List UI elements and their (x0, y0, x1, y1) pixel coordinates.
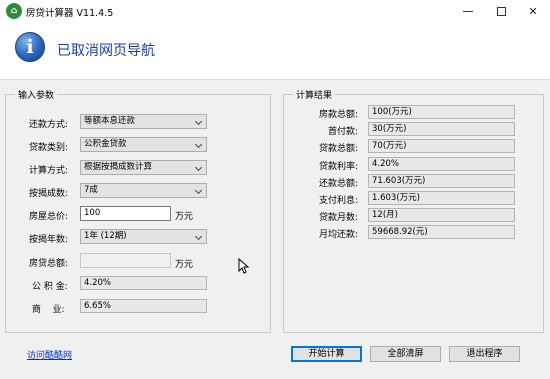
result-group-title: 计算结果 (293, 88, 336, 101)
close-icon: ✕ (528, 4, 538, 18)
result-row-value[interactable]: 12(月) (368, 208, 515, 222)
mortgage-ratio-value: 7成 (84, 185, 98, 195)
house-price-label: 房屋总价: (29, 212, 69, 222)
chevron-down-icon (194, 163, 203, 172)
result-row-label: 还款总额: (318, 179, 358, 189)
info-icon: i (15, 32, 45, 62)
calc-method-select[interactable]: 根据按揭成数计算 (80, 160, 207, 175)
minimize-icon (463, 10, 473, 12)
loan-type-label: 贷款类别: (29, 143, 69, 153)
input-group-title: 输入参数 (15, 88, 58, 101)
fund-rate-field[interactable]: 4.20% (80, 276, 207, 290)
result-row-value[interactable]: 71.603(万元) (368, 174, 515, 188)
commercial-rate-field[interactable]: 6.65% (80, 299, 207, 313)
mortgage-years-value: 1年 (12期) (84, 231, 127, 241)
chevron-down-icon (194, 117, 203, 126)
mortgage-ratio-select[interactable]: 7成 (80, 183, 207, 198)
calc-method-value: 根据按揭成数计算 (84, 162, 153, 172)
result-row-label: 房款总额: (318, 110, 358, 120)
clear-all-button[interactable]: 全部清屏 (370, 346, 441, 362)
start-calculate-button[interactable]: 开始计算 (291, 346, 362, 362)
loan-total-label: 房贷总额: (29, 259, 69, 269)
result-row-value[interactable]: 100(万元) (368, 105, 515, 119)
house-app-icon: ⌂ (6, 3, 22, 19)
result-row-label: 贷款利率: (318, 162, 358, 172)
window-title: 房贷计算器 V11.4.5 (26, 8, 114, 19)
chevron-down-icon (194, 232, 203, 241)
loan-total-input[interactable] (80, 253, 171, 268)
title-bar: ⌂ 房贷计算器 V11.4.5 ✕ (0, 0, 550, 22)
result-row-value[interactable]: 30(万元) (368, 122, 515, 136)
result-row-value[interactable]: 4.20% (368, 157, 515, 171)
commercial-rate-label: 商 业: (32, 305, 65, 315)
loan-total-unit: 万元 (175, 260, 194, 270)
mortgage-years-select[interactable]: 1年 (12期) (80, 229, 207, 244)
mortgage-years-label: 按揭年数: (29, 235, 69, 245)
result-row-label: 月均还款: (318, 230, 358, 240)
result-row-value[interactable]: 1.603(万元) (368, 191, 515, 205)
result-row-label: 支付利息: (318, 196, 358, 206)
chevron-down-icon (194, 140, 203, 149)
loan-type-select[interactable]: 公积金贷款 (80, 137, 207, 152)
chevron-down-icon (194, 186, 203, 195)
house-price-input[interactable]: 100 (80, 206, 171, 221)
loan-type-value: 公积金贷款 (84, 139, 127, 149)
repayment-method-value: 等额本息还款 (84, 116, 136, 126)
mouse-cursor-icon (238, 258, 250, 274)
calc-method-label: 计算方式: (29, 166, 69, 176)
result-row-label: 贷款总额: (318, 144, 358, 154)
house-price-unit: 万元 (175, 212, 194, 222)
result-row-value[interactable]: 70(万元) (368, 139, 515, 153)
result-row-value[interactable]: 59668.92(元) (368, 225, 515, 239)
result-row-label: 首付款: (327, 127, 358, 137)
mortgage-ratio-label: 按揭成数: (29, 189, 69, 199)
maximize-icon (496, 6, 506, 16)
repayment-method-label: 还款方式: (29, 120, 69, 130)
repayment-method-select[interactable]: 等额本息还款 (80, 114, 207, 129)
visit-site-link[interactable]: 访问酷酷网 (27, 348, 72, 361)
exit-program-button[interactable]: 退出程序 (449, 346, 520, 362)
fund-rate-label: 公 积 金: (32, 282, 68, 292)
result-row-label: 贷款月数: (318, 213, 358, 223)
close-button[interactable]: ✕ (513, 0, 550, 22)
banner-message: 已取消网页导航 (57, 43, 155, 59)
